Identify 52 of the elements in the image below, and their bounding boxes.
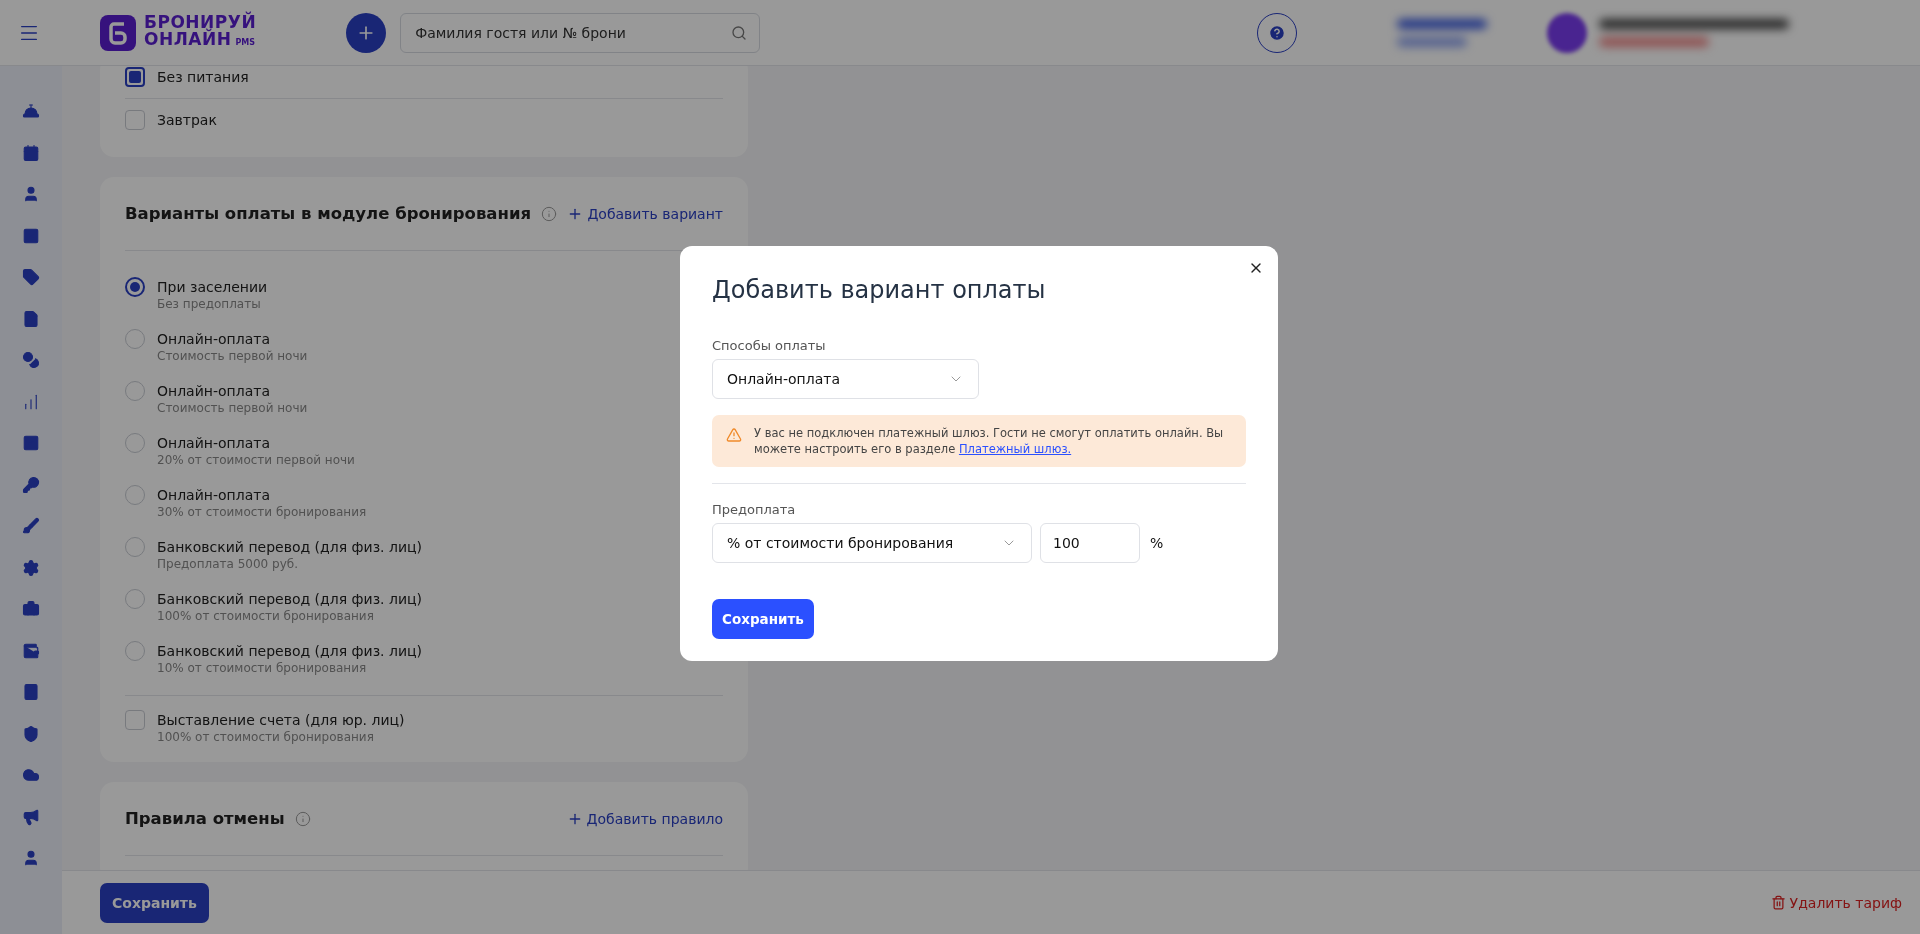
search-input[interactable]: Фамилия гостя или № брони xyxy=(413,23,714,42)
field-label: Способы оплаты xyxy=(712,338,827,353)
help-icon xyxy=(1268,23,1287,42)
option-label: При заселении xyxy=(157,278,268,297)
section-title: Правила отмены xyxy=(125,809,285,828)
checkbox[interactable] xyxy=(125,67,145,87)
option-description: 20% от стоимости первой ночи xyxy=(157,453,355,467)
option-label: Онлайн-оплата xyxy=(157,434,271,453)
radio-button[interactable] xyxy=(125,277,145,297)
avatar[interactable] xyxy=(1547,12,1588,53)
option-description: Стоимость первой ночи xyxy=(157,349,308,363)
prepayment-type-select[interactable]: % от стоимости бронирования xyxy=(712,523,1032,563)
option-description: 100% от стоимости бронирования xyxy=(157,609,375,623)
warning-text: У вас не подключен платежный шлюз. Гости не смогут оплатить онлайн. Вы можете настроить его в разделе Платежный шлюз. xyxy=(754,425,1225,457)
search-icon xyxy=(731,24,748,41)
option-label: Выставление счета (для юр. лиц) xyxy=(157,711,405,730)
search-field[interactable]: Фамилия гостя или № брони xyxy=(400,12,761,53)
info-icon[interactable] xyxy=(294,810,311,827)
option-label: Банковский перевод (для физ. лиц) xyxy=(157,642,423,661)
unit-label: % xyxy=(1150,535,1164,551)
modal-title: Добавить вариант оплаты xyxy=(712,276,1047,304)
option-description: 30% от стоимости бронирования xyxy=(157,505,367,519)
option-description: 10% от стоимости бронирования xyxy=(157,661,368,675)
add-button[interactable] xyxy=(346,12,387,53)
field-label: Предоплата xyxy=(712,502,797,517)
option-description: Предоплата 5000 руб. xyxy=(157,557,299,571)
delete-link[interactable]: Удалить тариф xyxy=(1770,894,1902,911)
option-label: Онлайн-оплата xyxy=(157,330,271,349)
option-label: Онлайн-оплата xyxy=(157,382,271,401)
option-description: 100% от стоимости бронирования xyxy=(157,730,375,744)
section-title: Варианты оплаты в модуле бронирования xyxy=(125,204,532,223)
option-description: Без предоплаты xyxy=(157,297,262,311)
payment-method-select[interactable]: Онлайн-оплата xyxy=(712,359,979,399)
coins-icon[interactable] xyxy=(20,349,42,371)
save-button[interactable]: Сохранить xyxy=(100,882,209,923)
info-icon[interactable] xyxy=(541,205,558,222)
tag-icon[interactable] xyxy=(20,266,42,288)
option-description: Стоимость первой ночи xyxy=(157,401,308,415)
option-label: Онлайн-оплата xyxy=(157,486,271,505)
warning-icon xyxy=(726,425,742,443)
add-option-link[interactable]: Добавить вариант xyxy=(567,205,723,222)
payment-gateway-link[interactable]: Платежный шлюз. xyxy=(958,442,1072,456)
prepayment-input[interactable]: 100 xyxy=(1040,523,1140,563)
option-label: Банковский перевод (для физ. лиц) xyxy=(157,590,423,609)
add-rule-link[interactable]: Добавить правило xyxy=(566,810,723,827)
save-button[interactable]: Сохранить xyxy=(712,599,814,639)
checkbox-label: Без питания xyxy=(157,68,249,87)
logo-subtitle: PMS xyxy=(235,37,255,49)
option-label: Банковский перевод (для физ. лиц) xyxy=(157,538,423,557)
trash-icon xyxy=(1770,895,1786,910)
checkbox-label: Завтрак xyxy=(157,111,217,130)
logo-icon xyxy=(100,14,136,51)
